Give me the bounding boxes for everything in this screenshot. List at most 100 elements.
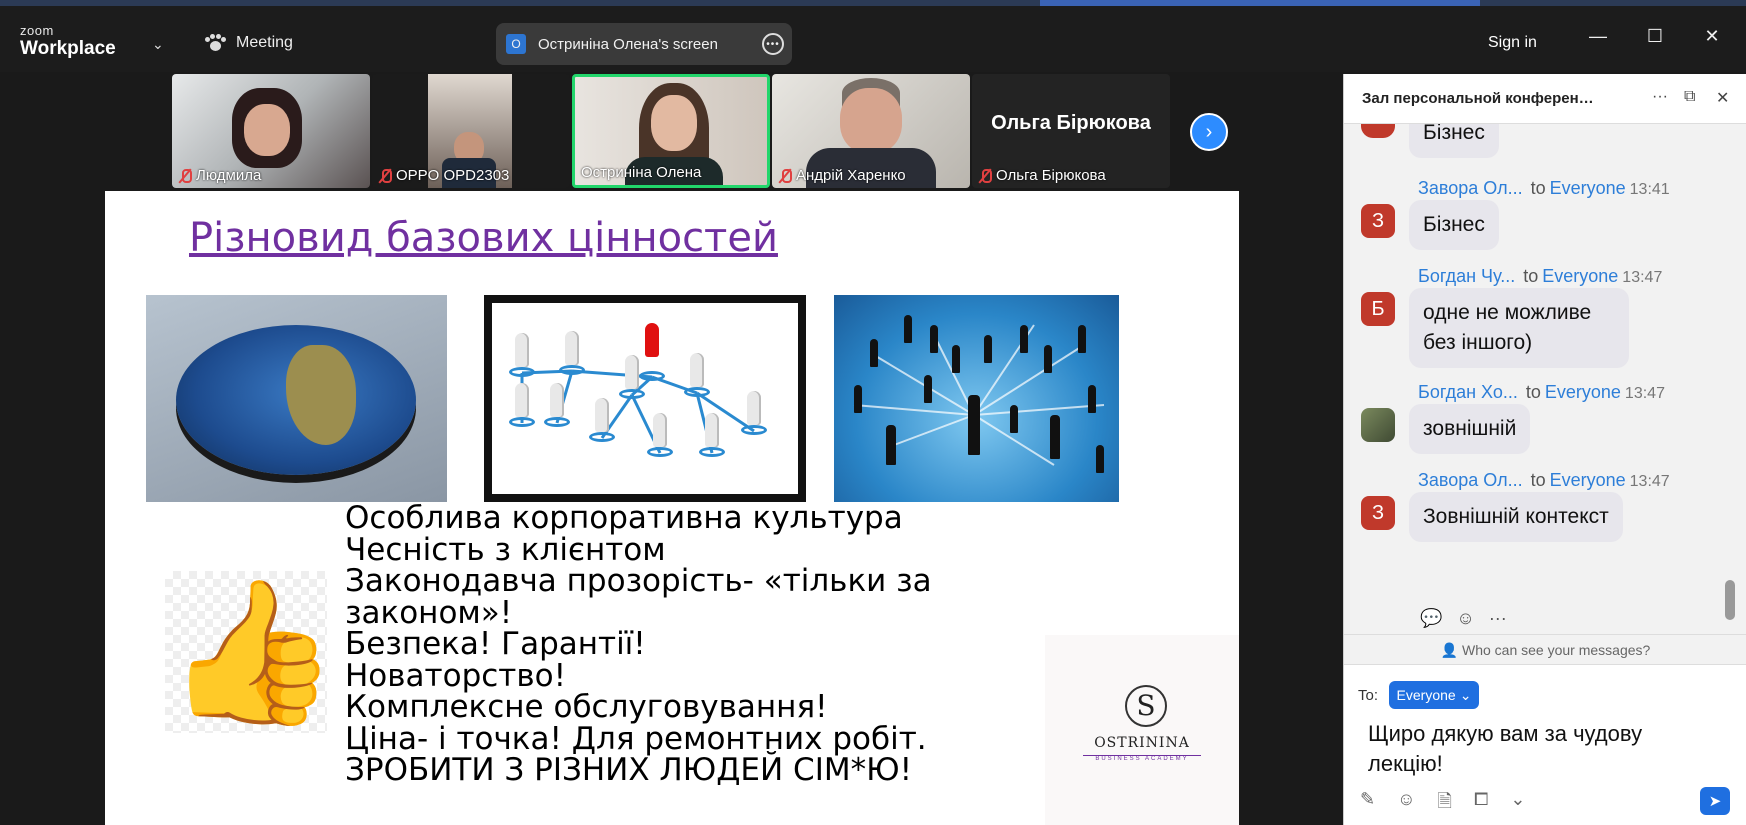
sender-avatar: [1361, 124, 1395, 138]
recipient-dropdown[interactable]: Everyone ⌄: [1389, 681, 1479, 709]
maximize-icon[interactable]: ☐: [1643, 26, 1667, 47]
add-reaction-icon[interactable]: ☺: [1456, 608, 1474, 629]
more-options-icon[interactable]: •••: [762, 33, 784, 55]
message-list: Бізнес Завора Ол... to Everyone 13:41 З Біз…: [1344, 124, 1736, 664]
sender-avatar[interactable]: З: [1361, 204, 1395, 238]
who-can-see-text: Who can see your messages?: [1462, 642, 1651, 658]
screen-share-label: Остриніна Олена's screen: [538, 35, 718, 53]
recipient-name[interactable]: Everyone: [1550, 178, 1626, 198]
message-meta: Богдан Чу... to Everyone 13:47: [1418, 266, 1662, 287]
recipient-value: Everyone: [1396, 687, 1456, 703]
muted-mic-icon: [378, 168, 392, 183]
participant-tile[interactable]: OPPO OPD2303: [372, 74, 570, 188]
sender-name[interactable]: Завора Ол...: [1418, 470, 1523, 490]
paw-icon: [204, 34, 226, 52]
sender-name[interactable]: Богдан Хо...: [1418, 382, 1518, 402]
zoom-logo: zoom Workplace: [20, 24, 116, 58]
bullet-item: ЗРОБИТИ З РІЗНИХ ЛЮДЕЙ СІМ*Ю!: [345, 752, 912, 788]
sender-name[interactable]: Завора Ол...: [1418, 178, 1523, 198]
message-actions: 💬 ☺ ···: [1420, 608, 1507, 629]
compose-toolbar: ✎ ☺ 🗎 ⧠ ⌄: [1360, 789, 1525, 819]
participant-name: Андрій Харенко: [796, 167, 906, 184]
to-label: to: [1523, 266, 1539, 286]
chevron-down-icon[interactable]: ⌄: [1510, 789, 1525, 819]
message-time: 13:47: [1622, 269, 1663, 286]
compose-area: To: Everyone ⌄ Щиро дякую вам за чудову л…: [1344, 664, 1746, 825]
reply-icon[interactable]: 💬: [1420, 608, 1442, 629]
participant-name: Остриніна Олена: [581, 164, 702, 181]
logo-mark: S: [1125, 685, 1167, 727]
scrollbar-thumb[interactable]: [1725, 580, 1735, 620]
bullet-item: Законодавча прозорість- «тільки за закон…: [345, 563, 932, 631]
to-label: to: [1530, 470, 1546, 490]
participant-tile[interactable]: Ольга Бірюкова Ольга Бірюкова: [972, 74, 1170, 188]
message-input[interactable]: Щиро дякую вам за чудову лекцію!: [1368, 719, 1688, 779]
bullet-item: Чесність з клієнтом: [345, 531, 666, 568]
message-time: 13:47: [1629, 473, 1670, 490]
bullet-item: Безпека! Гарантії!: [345, 626, 646, 662]
screen-share-indicator[interactable]: O Остриніна Олена's screen •••: [496, 23, 792, 65]
message-time: 13:47: [1624, 385, 1665, 402]
message-bubble: Бізнес: [1409, 124, 1499, 158]
close-icon[interactable]: ✕: [1700, 26, 1724, 47]
sender-avatar[interactable]: Б: [1361, 292, 1395, 326]
emoji-icon[interactable]: ☺: [1397, 789, 1415, 819]
slide-title: Різновид базових цінностей: [189, 215, 778, 261]
chevron-right-icon: ›: [1205, 120, 1213, 143]
participant-tile[interactable]: Андрій Харенко: [772, 74, 970, 188]
muted-mic-icon: [778, 168, 792, 183]
message-meta: Завора Ол... to Everyone 13:41: [1418, 178, 1670, 199]
screenshot-icon[interactable]: ⧠: [1474, 789, 1488, 819]
chevron-down-icon: ⌄: [1459, 686, 1472, 703]
sign-in-link[interactable]: Sign in: [1488, 34, 1537, 52]
ostrinina-logo: S OSTRININA BUSINESS ACADEMY: [1045, 635, 1239, 825]
brand-name: OSTRININA: [1094, 735, 1190, 751]
participant-name: OPPO OPD2303: [396, 167, 510, 184]
more-options-icon[interactable]: ···: [1652, 88, 1668, 106]
sender-name[interactable]: Богдан Чу...: [1418, 266, 1515, 286]
chat-panel: Зал персональной конференци... ··· ⧉ ✕ Б…: [1343, 74, 1746, 825]
participant-label: Андрій Харенко: [778, 167, 906, 184]
sender-avatar[interactable]: [1361, 408, 1395, 442]
muted-mic-icon: [178, 168, 192, 183]
person-icon: 👤: [1440, 642, 1462, 658]
bullet-item: Комплексне обслуговування!: [345, 689, 828, 725]
sender-avatar[interactable]: З: [1361, 496, 1395, 530]
message-bubble: зовнішній: [1409, 404, 1531, 454]
file-icon[interactable]: 🗎: [1437, 789, 1451, 819]
message-time: 13:41: [1629, 181, 1670, 198]
globe-table-image: [146, 295, 447, 502]
format-icon[interactable]: ✎: [1360, 789, 1375, 819]
video-off-name: Ольга Бірюкова: [991, 112, 1151, 134]
recipient-name[interactable]: Everyone: [1545, 382, 1621, 402]
message-bubble: Бізнес: [1409, 200, 1499, 250]
participant-label: Людмила: [178, 167, 261, 184]
brand-sub: BUSINESS ACADEMY: [1083, 755, 1201, 762]
participant-tile-active[interactable]: Остриніна Олена: [572, 74, 770, 188]
participant-tile[interactable]: Людмила: [172, 74, 370, 188]
more-actions-icon[interactable]: ···: [1489, 608, 1507, 629]
pop-out-icon[interactable]: ⧉: [1684, 88, 1695, 106]
shared-slide: Різновид базових цінностей 👍 Особлива ко…: [105, 191, 1239, 825]
muted-mic-icon: [978, 168, 992, 183]
sharer-initial: O: [506, 34, 526, 54]
next-page-button[interactable]: ›: [1190, 113, 1228, 151]
message-bubble: Зовнішній контекст: [1409, 492, 1623, 542]
send-icon: ➤: [1708, 793, 1722, 810]
chevron-down-icon[interactable]: ⌄: [152, 36, 164, 53]
participant-label: OPPO OPD2303: [378, 167, 509, 184]
minimize-icon[interactable]: —: [1586, 26, 1610, 47]
chat-scrollbar[interactable]: [1725, 140, 1735, 620]
bullet-item: Особлива корпоративна культура: [345, 500, 903, 536]
who-can-see-link[interactable]: 👤 Who can see your messages?: [1344, 634, 1746, 664]
close-chat-icon[interactable]: ✕: [1716, 88, 1729, 108]
send-button[interactable]: ➤: [1700, 787, 1730, 815]
recipient-name[interactable]: Everyone: [1542, 266, 1618, 286]
chat-header: Зал персональной конференци... ··· ⧉ ✕: [1344, 74, 1746, 124]
world-network-image: [834, 295, 1119, 502]
meeting-menu[interactable]: Meeting: [204, 34, 293, 52]
to-label: to: [1530, 178, 1546, 198]
recipient-name[interactable]: Everyone: [1550, 470, 1626, 490]
participant-label: Ольга Бірюкова: [978, 167, 1106, 184]
logo-big-text: Workplace: [20, 38, 116, 59]
